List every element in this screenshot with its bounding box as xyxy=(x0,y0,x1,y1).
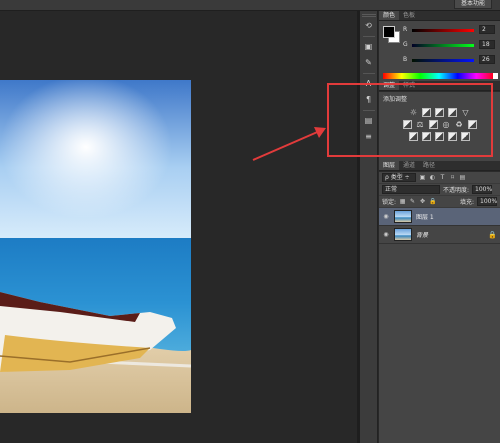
annotation-arrow xyxy=(252,127,326,161)
blue-slider[interactable] xyxy=(412,59,474,62)
foreground-color-swatch[interactable] xyxy=(383,26,395,38)
blend-row: 正常 不透明度: 100% xyxy=(379,184,500,196)
tab-channels[interactable]: 通道 xyxy=(399,161,419,170)
slider-r: R 2 xyxy=(403,25,499,35)
slider-g: G 18 xyxy=(403,40,499,50)
lock-label: 锁定: xyxy=(382,199,397,206)
green-value-field[interactable]: 18 xyxy=(479,40,495,49)
panel-icon-strip: ⟲ ▣ ✎ A ¶ ▤ ≡ xyxy=(360,11,378,443)
filter-shape-icon[interactable]: ⌑ xyxy=(449,174,456,181)
layer-lock-icon: 🔒 xyxy=(488,230,497,239)
filter-kind-label: 类型 xyxy=(390,174,403,181)
canvas-area[interactable] xyxy=(0,11,357,443)
opacity-field[interactable]: 100% xyxy=(472,185,492,194)
layer-row[interactable]: ◉ 背景 🔒 xyxy=(379,226,500,244)
layer-thumbnail[interactable] xyxy=(394,210,412,223)
color-panel: R 2 G 18 B 26 xyxy=(379,21,500,81)
visibility-eye-icon[interactable]: ◉ xyxy=(382,231,390,238)
panels-column: 颜色 色板 R 2 G 18 B 26 调整 样式 添加调整 ☼ ▽ ⚖ ◎ ♻… xyxy=(379,11,500,443)
filter-adjustment-icon[interactable]: ◐ xyxy=(429,174,436,181)
lock-all-icon[interactable]: 🔒 xyxy=(429,198,436,205)
brush-presets-icon[interactable]: ✎ xyxy=(361,56,376,70)
lock-position-icon[interactable]: ✥ xyxy=(419,198,426,205)
strip-grip[interactable] xyxy=(361,14,376,17)
green-slider[interactable] xyxy=(412,44,474,47)
history-icon[interactable]: ⟲ xyxy=(361,19,376,33)
blend-mode-dropdown[interactable]: 正常 xyxy=(382,185,440,194)
filter-smart-icon[interactable]: ▤ xyxy=(459,174,466,181)
lock-row: 锁定: ▦ ✎ ✥ 🔒 填充: 100% xyxy=(379,196,500,208)
workspace-button[interactable]: 基本功能 xyxy=(453,0,492,9)
slider-label: B xyxy=(403,56,408,63)
filter-kind-dropdown[interactable]: ρ 类型 ÷ xyxy=(382,173,416,182)
strip-divider xyxy=(362,73,375,74)
fill-label: 填充: xyxy=(459,199,474,206)
visibility-eye-icon[interactable]: ◉ xyxy=(382,213,390,220)
fill-field[interactable]: 100% xyxy=(477,197,497,206)
layer-filter-row: ρ 类型 ÷ ▣ ◐ T ⌑ ▤ xyxy=(379,172,500,184)
layer-row[interactable]: ◉ 图层 1 xyxy=(379,208,500,226)
slider-label: R xyxy=(403,26,408,33)
document-image[interactable] xyxy=(0,80,191,413)
slider-label: G xyxy=(403,41,408,48)
lock-image-icon[interactable]: ✎ xyxy=(409,198,416,205)
red-value-field[interactable]: 2 xyxy=(479,25,495,34)
white-swatch[interactable] xyxy=(493,73,498,79)
slider-b: B 26 xyxy=(403,55,499,65)
tab-color[interactable]: 颜色 xyxy=(379,11,400,20)
annotation-highlight-box xyxy=(327,83,493,157)
layer-name[interactable]: 图层 1 xyxy=(416,212,497,221)
color-spectrum-bar[interactable] xyxy=(383,73,495,79)
layers-panel-tabs: 图层 通道 路径 xyxy=(379,161,500,171)
lock-transparent-icon[interactable]: ▦ xyxy=(399,198,406,205)
blue-value-field[interactable]: 26 xyxy=(479,55,495,64)
red-slider[interactable] xyxy=(412,29,474,32)
filter-type-icon[interactable]: T xyxy=(439,174,446,181)
color-panel-tabs: 颜色 色板 xyxy=(379,11,500,21)
strip-divider xyxy=(362,36,375,37)
tab-layers[interactable]: 图层 xyxy=(379,161,400,170)
filter-pixel-icon[interactable]: ▣ xyxy=(419,174,426,181)
actions-icon[interactable]: ▣ xyxy=(361,40,376,54)
layer-thumbnail[interactable] xyxy=(394,228,412,241)
tab-swatches[interactable]: 色板 xyxy=(399,11,419,20)
layer-name[interactable]: 背景 xyxy=(416,230,484,239)
top-bar: 基本功能 xyxy=(0,0,500,11)
tab-paths[interactable]: 路径 xyxy=(419,161,439,170)
opacity-label: 不透明度: xyxy=(443,187,470,194)
layers-panel: ρ 类型 ÷ ▣ ◐ T ⌑ ▤ 正常 不透明度: 100% 锁定: ▦ ✎ ✥… xyxy=(379,171,500,443)
